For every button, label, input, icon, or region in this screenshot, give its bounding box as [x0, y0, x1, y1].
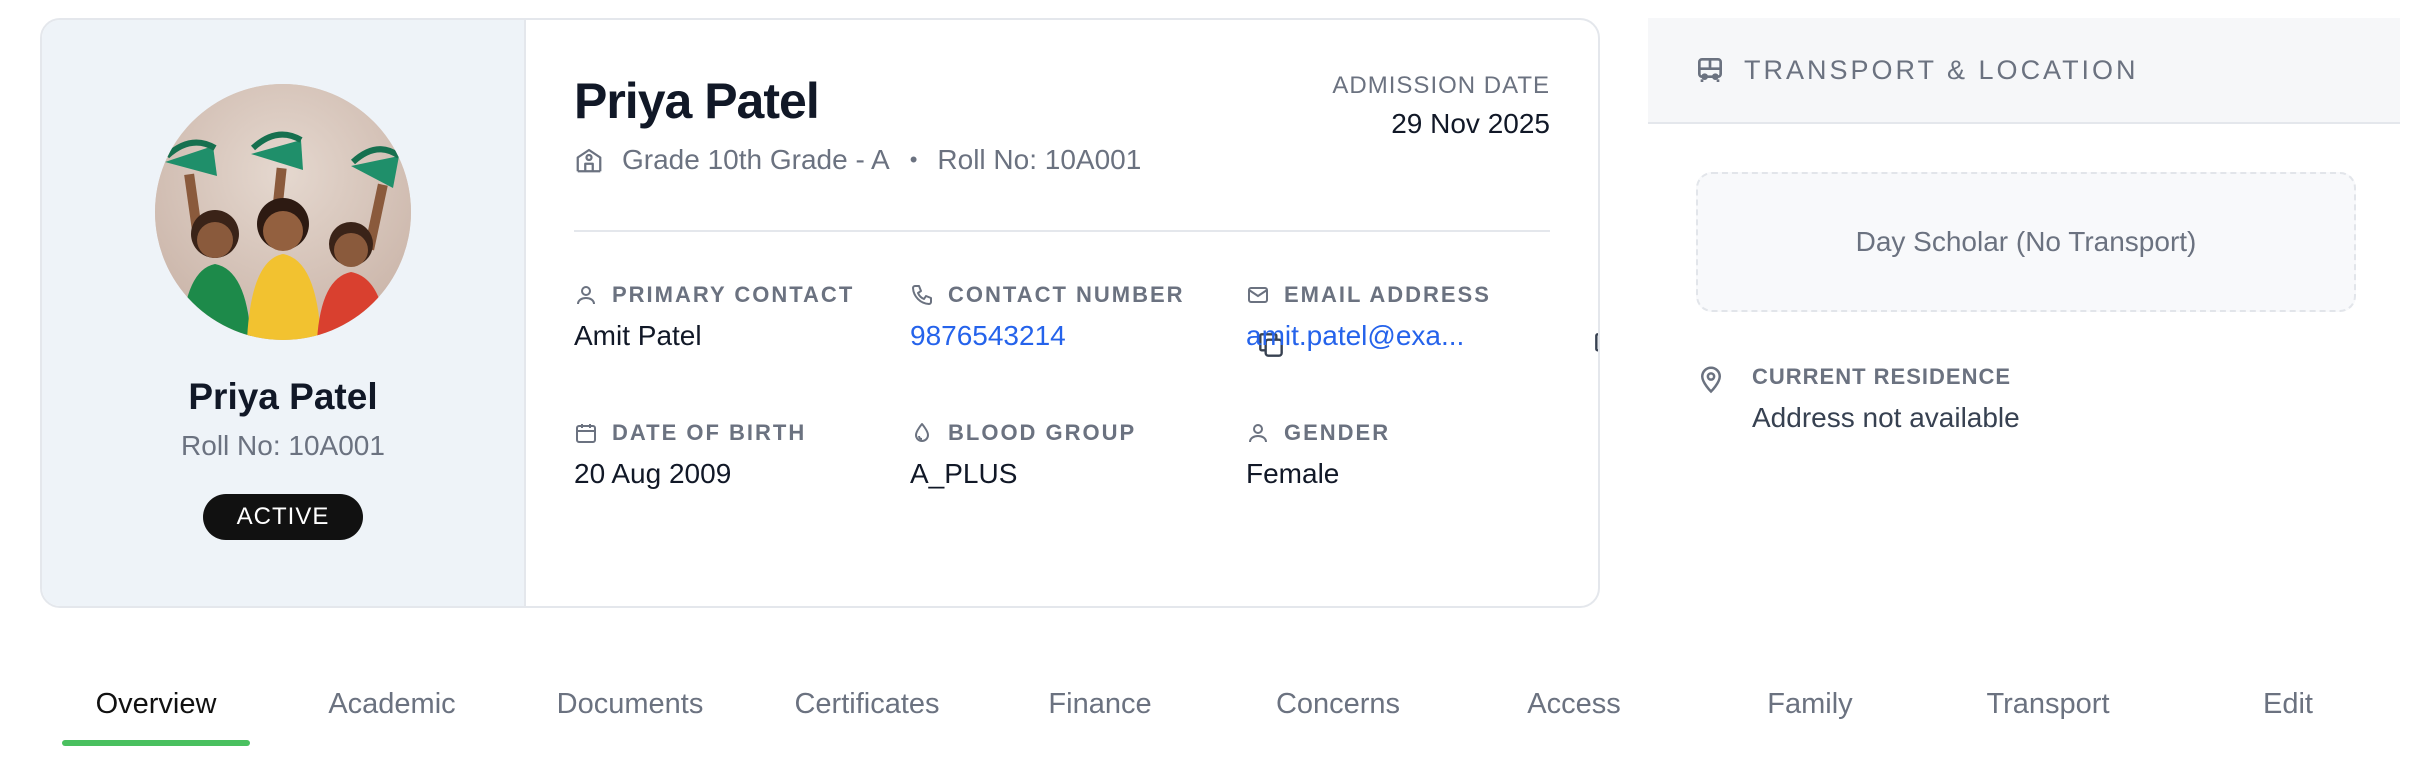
transport-card: TRANSPORT & LOCATION Day Scholar (No Tra…	[1648, 18, 2400, 458]
transport-header: TRANSPORT & LOCATION	[1648, 18, 2400, 124]
contact-number-label: CONTACT NUMBER	[948, 282, 1185, 307]
user-icon	[577, 286, 595, 305]
tab-bar: Overview Academic Documents Certificates…	[0, 664, 2436, 752]
date-of-birth-value: 20 Aug 2009	[574, 458, 732, 489]
blood-group-label: BLOOD GROUP	[948, 420, 1137, 445]
divider	[574, 230, 1550, 232]
admission-date-label: ADMISSION DATE	[1332, 72, 1550, 99]
contact-number-link[interactable]: 9876543214	[910, 320, 1185, 352]
gender-label: GENDER	[1284, 420, 1391, 445]
tab-overview[interactable]: Overview	[62, 664, 250, 744]
date-of-birth-field: DATE OF BIRTH 20 Aug 2009	[574, 420, 806, 490]
admission-date-value: 29 Nov 2025	[1391, 108, 1550, 139]
residence-value: Address not available	[1752, 402, 2020, 433]
tab-concerns[interactable]: Concerns	[1240, 664, 1436, 744]
primary-contact-field: PRIMARY CONTACT Amit Patel	[574, 282, 854, 352]
profile-card: Priya Patel Roll No: 10A001 ACTIVE Priya…	[40, 18, 1600, 608]
admission-date-block: ADMISSION DATE 29 Nov 2025	[1332, 72, 1550, 140]
transport-title: TRANSPORT & LOCATION	[1744, 54, 2139, 85]
tab-certificates[interactable]: Certificates	[766, 664, 968, 744]
tab-documents[interactable]: Documents	[530, 664, 730, 744]
date-of-birth-label: DATE OF BIRTH	[612, 420, 807, 445]
transport-status-box: Day Scholar (No Transport)	[1696, 172, 2356, 312]
roll-number-summary: Roll No: 10A001	[181, 430, 385, 461]
copy-icon	[1595, 333, 1598, 352]
droplet-icon	[915, 423, 929, 442]
mail-icon	[1248, 287, 1268, 303]
current-residence: CURRENT RESIDENCE Address not available	[1696, 364, 2020, 434]
separator-dot: •	[909, 147, 918, 172]
user-icon	[1249, 424, 1267, 443]
active-tab-indicator	[62, 740, 250, 746]
tab-transport[interactable]: Transport	[1948, 664, 2148, 744]
gender-field: GENDER Female	[1246, 420, 1390, 490]
roll-number-inline: Roll No: 10A001	[937, 144, 1142, 175]
bus-icon	[1698, 58, 1722, 82]
email-label: EMAIL ADDRESS	[1284, 282, 1491, 307]
tab-edit[interactable]: Edit	[2190, 664, 2386, 744]
school-icon	[576, 148, 602, 173]
phone-icon	[912, 285, 932, 305]
tab-family[interactable]: Family	[1712, 664, 1908, 744]
tab-academic[interactable]: Academic	[296, 664, 488, 744]
tab-finance[interactable]: Finance	[1004, 664, 1196, 744]
email-link[interactable]: amit.patel@exa...	[1246, 320, 1491, 352]
residence-label: CURRENT RESIDENCE	[1752, 364, 2012, 389]
primary-contact-label: PRIMARY CONTACT	[612, 282, 855, 307]
email-field: EMAIL ADDRESS amit.patel@exa...	[1246, 282, 1491, 352]
tab-access[interactable]: Access	[1476, 664, 1672, 744]
map-pin-icon	[1700, 366, 1722, 394]
student-name-summary: Priya Patel	[188, 376, 378, 417]
primary-contact-value: Amit Patel	[574, 320, 702, 351]
blood-group-field: BLOOD GROUP A_PLUS	[910, 420, 1136, 490]
contact-number-field: CONTACT NUMBER 9876543214	[910, 282, 1185, 352]
profile-details-panel: Priya Patel Grade 10th Grade - A • Roll …	[526, 20, 1598, 606]
profile-summary-panel: Priya Patel Roll No: 10A001 ACTIVE	[42, 20, 526, 606]
blood-group-value: A_PLUS	[910, 458, 1018, 489]
avatar	[155, 84, 411, 340]
calendar-icon	[576, 424, 596, 443]
gender-value: Female	[1246, 458, 1340, 489]
status-badge: ACTIVE	[202, 494, 364, 540]
copy-email-button[interactable]	[1590, 328, 1598, 362]
page-title: Priya Patel	[574, 73, 820, 129]
grade-text: Grade 10th Grade - A	[622, 144, 890, 175]
grade-line: Grade 10th Grade - A • Roll No: 10A001	[574, 144, 1141, 176]
student-profile-page: Priya Patel Roll No: 10A001 ACTIVE Priya…	[0, 0, 2436, 760]
